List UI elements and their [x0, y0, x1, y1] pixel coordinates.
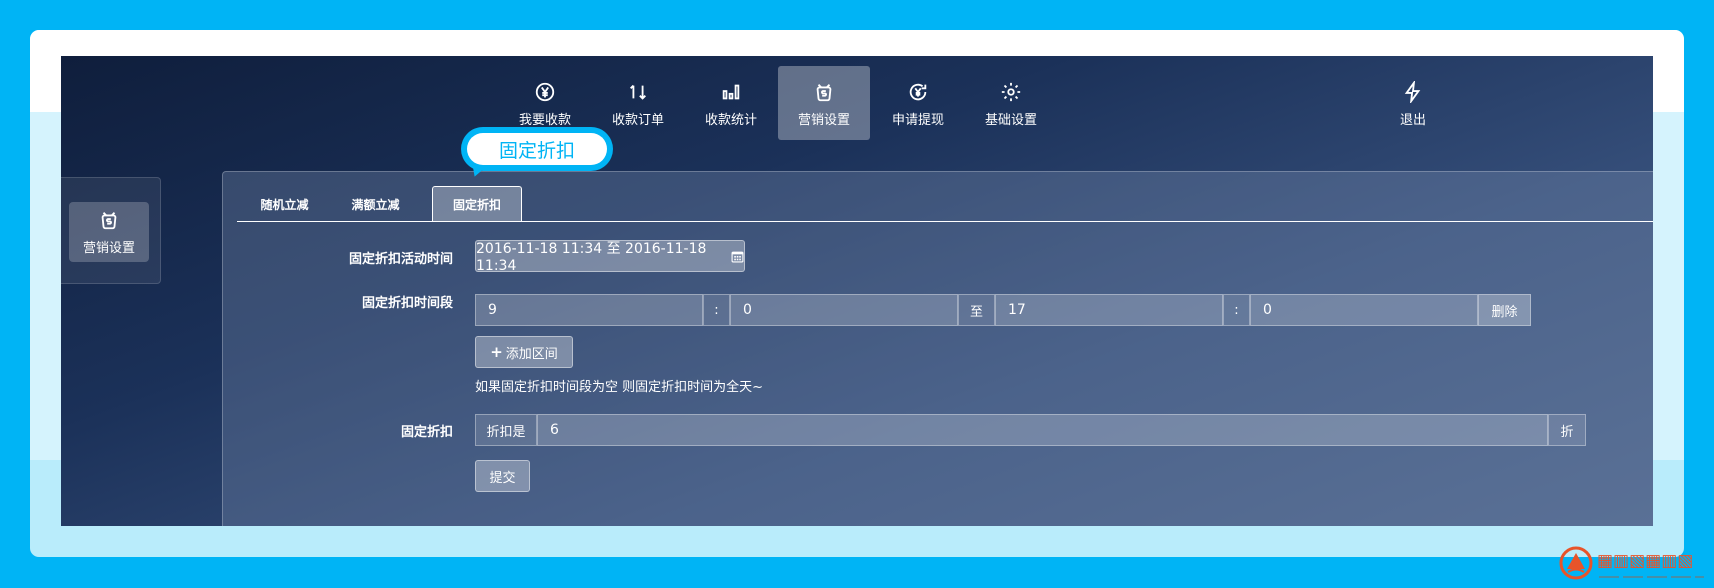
- add-interval-label: 添加区间: [505, 346, 558, 362]
- sort-arrows-icon: [627, 79, 649, 105]
- time-period-row: 9 : 0 至 17 : 0 删除: [475, 294, 1531, 326]
- end-minute-input[interactable]: 0: [1250, 294, 1478, 326]
- activity-time-label: 固定折扣活动时间: [348, 252, 453, 267]
- end-hour-input[interactable]: 17: [995, 294, 1223, 326]
- nav-label: 营销设置: [797, 112, 850, 128]
- tab-label: 固定折扣: [452, 198, 501, 212]
- start-hour-input[interactable]: 9: [475, 294, 703, 326]
- nav-item-logout[interactable]: 退出: [1367, 66, 1459, 140]
- outer-card: 我要收款 收款订单 收款统计 营销设置 申请提现 基础设置 退出 营销设置 随机…: [30, 30, 1684, 557]
- tab-label: 满额立减: [351, 197, 400, 212]
- nav-label: 基础设置: [984, 112, 1037, 128]
- nav-label: 我要收款: [518, 112, 571, 128]
- yen-circle-icon: [534, 79, 556, 105]
- app-screen: 我要收款 收款订单 收款统计 营销设置 申请提现 基础设置 退出 营销设置 随机…: [61, 56, 1653, 526]
- brand-logo: ▦▥▧▦▥▧: [1559, 541, 1709, 585]
- submit-button[interactable]: 提交: [475, 460, 530, 492]
- activity-time-value: 2016-11-18 11:34 至 2016-11-18 11:34: [476, 241, 707, 274]
- discount-suffix: 折: [1548, 414, 1586, 446]
- nav-label: 收款订单: [611, 112, 664, 128]
- discount-label: 固定折扣: [400, 425, 453, 440]
- nav-item-settings[interactable]: 基础设置: [965, 66, 1057, 140]
- tab-random-discount[interactable]: 随机立减: [237, 186, 332, 222]
- discount-prefix: 折扣是: [475, 414, 537, 446]
- activity-time-picker[interactable]: 2016-11-18 11:34 至 2016-11-18 11:34: [475, 240, 745, 274]
- discount-input[interactable]: 6: [537, 414, 1548, 446]
- plus-icon: +: [490, 343, 503, 361]
- calendar-icon: [731, 250, 744, 263]
- nav-label: 收款统计: [704, 112, 757, 128]
- callout-bubble: 固定折扣: [461, 127, 613, 180]
- main-panel: 随机立减 满额立减 固定折扣 固定折扣活动时间 2016-11-18 11:34…: [222, 171, 1653, 526]
- withdraw-icon: [907, 79, 929, 105]
- add-interval-button[interactable]: + 添加区间: [475, 336, 573, 368]
- tab-bar: 随机立减 满额立减 固定折扣: [237, 186, 1653, 222]
- lightning-icon: [1402, 79, 1424, 105]
- sidebar: 营销设置: [61, 177, 161, 284]
- money-bag-icon: [101, 211, 117, 229]
- time-period-hint: 如果固定折扣时间段为空 则固定折扣时间为全天~: [475, 380, 764, 395]
- tab-label: 随机立减: [260, 197, 309, 212]
- start-minute-input[interactable]: 0: [730, 294, 958, 326]
- callout-text: 固定折扣: [467, 133, 607, 165]
- bar-chart-icon: [720, 79, 742, 105]
- sidebar-item-label: 营销设置: [82, 240, 135, 256]
- to-addon: 至: [958, 294, 995, 326]
- nav-label: 申请提现: [891, 112, 944, 128]
- discount-row: 折扣是 6 折: [475, 414, 1586, 446]
- gear-icon: [1000, 79, 1022, 105]
- nav-item-orders[interactable]: 收款订单: [592, 66, 684, 140]
- nav-item-marketing[interactable]: 营销设置: [778, 66, 870, 140]
- nav-item-withdraw[interactable]: 申请提现: [872, 66, 964, 140]
- time-period-label: 固定折扣时间段: [361, 296, 453, 311]
- money-bag-icon: [813, 79, 835, 105]
- sidebar-item-marketing[interactable]: 营销设置: [69, 202, 149, 262]
- colon-addon: :: [1223, 294, 1250, 326]
- nav-item-stats[interactable]: 收款统计: [685, 66, 777, 140]
- nav-label: 退出: [1399, 112, 1426, 128]
- svg-text:▦▥▧▦▥▧: ▦▥▧▦▥▧: [1597, 551, 1693, 571]
- tab-full-reduction[interactable]: 满额立减: [332, 186, 419, 222]
- tab-fixed-discount[interactable]: 固定折扣: [432, 186, 522, 222]
- colon-addon: :: [703, 294, 730, 326]
- delete-button[interactable]: 删除: [1478, 294, 1531, 326]
